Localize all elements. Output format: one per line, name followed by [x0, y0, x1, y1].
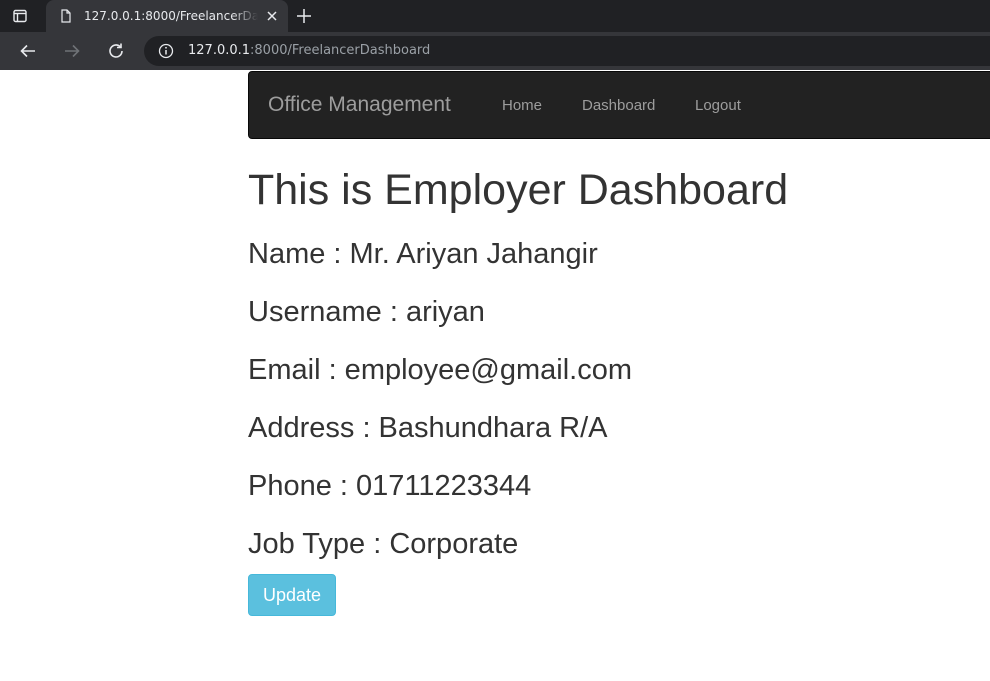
browser-toolbar: 127.0.0.1:8000/FreelancerDashboard: [0, 32, 990, 70]
navbar-brand[interactable]: Office Management: [268, 91, 451, 119]
plus-icon[interactable]: [294, 6, 314, 26]
address-bar[interactable]: 127.0.0.1:8000/FreelancerDashboard: [144, 36, 990, 66]
tab-strip-icon[interactable]: [12, 8, 28, 24]
back-arrow-icon[interactable]: [17, 40, 39, 62]
page-title: This is Employer Dashboard: [248, 166, 789, 214]
browser-tab[interactable]: 127.0.0.1:8000/FreelancerDashboard: [46, 0, 288, 32]
url-host: 127.0.0.1: [188, 43, 251, 58]
forward-arrow-icon[interactable]: [61, 40, 83, 62]
url-path: :8000/FreelancerDashboard: [250, 43, 431, 58]
info-icon[interactable]: [158, 43, 174, 59]
nav-link-home[interactable]: Home: [502, 96, 542, 116]
field-username: Username : ariyan: [248, 296, 485, 328]
field-email: Email : employee@gmail.com: [248, 354, 633, 386]
tab-title: 127.0.0.1:8000/FreelancerDashboard: [84, 9, 258, 23]
field-job-type: Job Type : Corporate: [248, 528, 519, 560]
url-text: 127.0.0.1:8000/FreelancerDashboard: [188, 43, 430, 59]
browser-tab-bar: 127.0.0.1:8000/FreelancerDashboard: [0, 0, 990, 32]
field-phone: Phone : 01711223344: [248, 470, 532, 502]
update-button[interactable]: Update: [248, 574, 336, 616]
reload-icon[interactable]: [105, 40, 127, 62]
page-content: Office Management Home Dashboard Logout …: [0, 70, 990, 681]
navbar: Office Management Home Dashboard Logout: [248, 71, 990, 139]
nav-link-logout[interactable]: Logout: [695, 96, 741, 116]
field-name: Name : Mr. Ariyan Jahangir: [248, 238, 598, 270]
nav-link-dashboard[interactable]: Dashboard: [582, 96, 655, 116]
page-icon: [58, 8, 74, 24]
close-icon[interactable]: [264, 8, 280, 24]
field-address: Address : Bashundhara R/A: [248, 412, 608, 444]
